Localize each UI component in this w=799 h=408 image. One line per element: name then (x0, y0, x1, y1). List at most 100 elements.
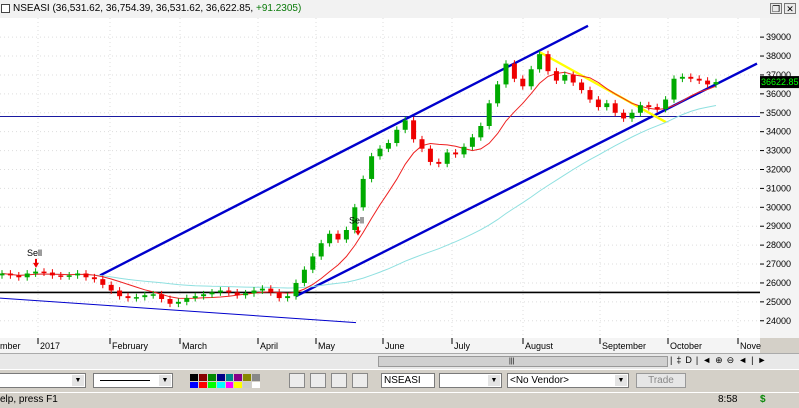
candle-body (696, 78, 702, 81)
sell-signal-label: Sell (349, 216, 364, 226)
price-chart[interactable]: 24000 25000 26000 27000 28000 29000 30000 31000… (0, 18, 799, 353)
nav-icon[interactable]: ◄ (738, 355, 747, 365)
nav-icon[interactable]: D (685, 355, 692, 365)
nav-icon[interactable]: | (670, 355, 672, 365)
status-help-text: elp, press F1 (0, 394, 58, 405)
candle-body (226, 290, 232, 293)
chevron-down-icon: ▼ (615, 375, 627, 386)
candle-body (343, 230, 349, 240)
y-tick-label: 35000 (766, 108, 791, 118)
candle-body (150, 294, 156, 296)
line-style-select[interactable]: ▼ (0, 373, 86, 388)
nav-icon[interactable]: | (696, 355, 698, 365)
window-title: NSEASI (36,531.62, 36,754.39, 36,531.62,… (13, 3, 301, 14)
y-tick-label: 26000 (766, 278, 791, 288)
candle-body (125, 296, 131, 299)
candle-body (713, 82, 719, 85)
candle-body (402, 120, 408, 130)
nav-icon[interactable]: ‡ (676, 355, 681, 365)
candle-body (621, 112, 627, 119)
vendor-value: <No Vendor> (510, 375, 569, 386)
draw-tool-3-button[interactable] (331, 373, 347, 388)
candle-body (453, 152, 459, 155)
nav-icon[interactable]: ◄ (702, 355, 711, 365)
y-tick-label: 24000 (766, 316, 791, 326)
x-tick-label: February (112, 341, 149, 351)
y-tick-label: 38000 (766, 51, 791, 61)
candle-body (41, 271, 47, 274)
y-tick-label: 28000 (766, 240, 791, 250)
status-time: 8:58 (718, 394, 738, 405)
plot-background (0, 18, 760, 338)
candle-body (394, 129, 400, 144)
symbol-field[interactable]: NSEASI (381, 373, 435, 388)
candle-body (385, 143, 391, 149)
line-width-preview (100, 380, 150, 381)
nav-icon[interactable]: ► (757, 355, 766, 365)
candle-body (553, 71, 559, 81)
x-tick-label: July (454, 341, 471, 351)
draw-tool-4-button[interactable] (352, 373, 368, 388)
last-price-label: 36622.85 (761, 77, 799, 87)
candle-body (209, 292, 215, 295)
x-tick-label: April (260, 341, 278, 351)
candle-body (427, 148, 433, 162)
y-tick-label: 36000 (766, 89, 791, 99)
candle-body (33, 271, 39, 274)
candle-body (243, 293, 249, 296)
candle-body (293, 282, 299, 297)
database-select[interactable]: ▼ (439, 373, 502, 388)
candle-body (184, 298, 190, 302)
candle-body (251, 290, 257, 294)
candle-body (66, 275, 72, 277)
trade-button[interactable]: Trade (636, 373, 686, 388)
nav-icon[interactable]: | (751, 355, 753, 365)
candle-body (301, 269, 307, 283)
candle-body (503, 63, 509, 85)
candle-body (646, 105, 652, 108)
candle-body (310, 256, 316, 270)
title-change: +91.2305) (255, 3, 302, 14)
close-button[interactable]: ✕ (784, 3, 796, 14)
x-tick-label: August (525, 341, 554, 351)
candle-body (654, 107, 660, 109)
candle-body (192, 296, 198, 299)
y-tick-label: 33000 (766, 146, 791, 156)
chart-scroll-row: ||| | ‡ D | ◄ ⊕ ⊖ ◄ | ► (0, 353, 799, 370)
y-axis-panel (760, 18, 799, 338)
restore-button[interactable]: ❐ (770, 3, 782, 14)
vendor-select[interactable]: <No Vendor> ▼ (507, 373, 629, 388)
x-tick-label: September (602, 341, 646, 351)
draw-tool-2-button[interactable] (310, 373, 326, 388)
x-tick-label: June (385, 341, 405, 351)
candle-body (58, 275, 64, 277)
y-tick-label: 39000 (766, 32, 791, 42)
x-tick-label: Nove (740, 341, 761, 351)
candle-body (604, 103, 610, 108)
candle-body (285, 296, 291, 299)
nav-icon[interactable]: ⊖ (727, 355, 735, 365)
title-symbol: NSEASI (13, 3, 50, 14)
y-tick-label: 29000 (766, 221, 791, 231)
candle-body (377, 148, 383, 157)
line-width-select[interactable]: ▼ (93, 373, 173, 388)
color-palette[interactable] (190, 374, 260, 388)
candle-body (579, 82, 585, 91)
horizontal-scrollbar[interactable]: ||| (378, 356, 668, 367)
candle-body (612, 103, 618, 113)
x-tick-label: May (318, 341, 336, 351)
nav-icon[interactable]: ⊕ (715, 355, 723, 365)
candle-body (75, 273, 81, 276)
draw-tool-1-button[interactable] (289, 373, 305, 388)
scroll-thumb-grip: ||| (509, 358, 515, 365)
y-tick-label: 34000 (766, 127, 791, 137)
candle-body (268, 288, 274, 293)
chevron-down-icon: ▼ (488, 375, 500, 386)
candle-body (671, 78, 677, 100)
candle-body (335, 233, 341, 240)
candle-body (16, 275, 22, 278)
chart-window-icon (1, 4, 10, 13)
candle-body (217, 290, 223, 293)
candle-body (175, 301, 181, 304)
candle-body (495, 84, 501, 104)
